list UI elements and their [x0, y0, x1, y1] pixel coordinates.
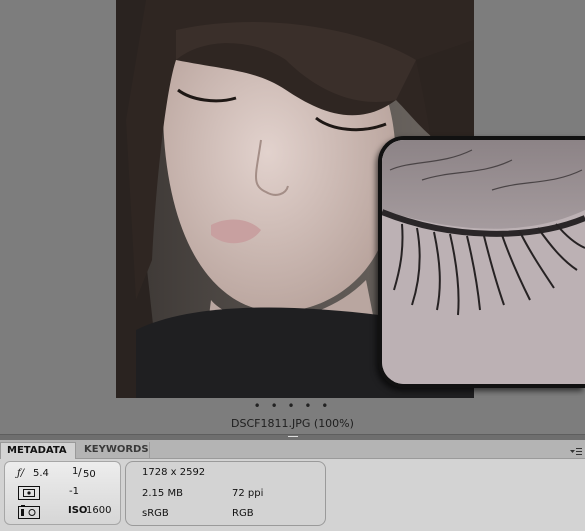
iso-value: 1600	[86, 505, 112, 516]
image-filename-caption: DSCF1811.JPG (100%)	[231, 417, 354, 430]
panel-menu-icon[interactable]	[569, 443, 583, 455]
tab-keywords[interactable]: KEYWORDS	[78, 442, 150, 459]
shutter-slash: /	[78, 466, 82, 479]
aperture-value: 5.4	[33, 468, 49, 479]
color-mode: RGB	[232, 508, 254, 519]
image-dimensions: 1728 x 2592	[142, 467, 206, 478]
shutter-denominator: 50	[83, 469, 96, 480]
file-properties-box: 1728 x 2592 2.15 MB 72 ppi sRGB RGB	[125, 461, 326, 526]
white-balance-icon	[18, 504, 40, 519]
aperture-icon: ƒ/	[17, 468, 25, 479]
color-profile: sRGB	[142, 508, 169, 519]
loupe-magnifier[interactable]	[378, 136, 585, 388]
metering-icon	[18, 485, 40, 500]
panel-tab-bar: METADATA KEYWORDS	[0, 440, 585, 459]
metadata-panel: METADATA KEYWORDS ƒ/ 5.4 1 / 50 -1 ISO 1…	[0, 440, 585, 531]
exposure-bias-value: -1	[69, 486, 79, 497]
tab-metadata[interactable]: METADATA	[0, 442, 76, 459]
file-size: 2.15 MB	[142, 488, 183, 499]
thumbnail-pager-dots[interactable]: • • • • •	[0, 398, 585, 414]
preview-area: • • • • • DSCF1811.JPG (100%)	[0, 0, 585, 434]
camera-data-placard: ƒ/ 5.4 1 / 50 -1 ISO 1600	[4, 461, 121, 525]
iso-label: ISO	[68, 505, 88, 516]
image-resolution: 72 ppi	[232, 488, 264, 499]
